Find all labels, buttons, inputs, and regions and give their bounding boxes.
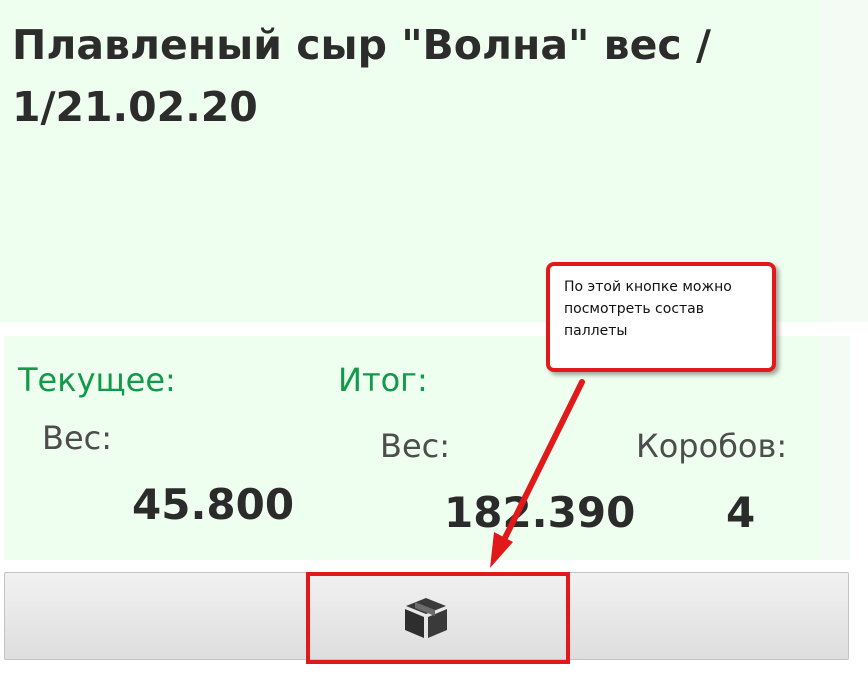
- annotation-callout: По этой кнопке можно посмотреть состав п…: [546, 262, 776, 372]
- product-title: Плавленый сыр "Волна" вес / 1/21.02.20: [12, 21, 711, 131]
- totals-panel-edge: [822, 336, 850, 560]
- total-boxes-value: 4: [726, 488, 756, 537]
- current-weight-value: 45.800: [132, 480, 295, 529]
- total-weight-label: Вес:: [380, 427, 451, 465]
- total-boxes-label: Коробов:: [636, 427, 788, 465]
- product-panel-edge: [822, 0, 868, 322]
- total-weight-value: 182.390: [444, 488, 636, 537]
- annotation-text: По этой кнопке можно посмотреть состав п…: [564, 279, 732, 339]
- box-icon: [405, 598, 447, 638]
- total-section-label: Итог:: [338, 361, 428, 399]
- screen: Плавленый сыр "Волна" вес / 1/21.02.20 Т…: [0, 0, 868, 675]
- current-weight-label: Вес:: [42, 419, 113, 457]
- current-section-label: Текущее:: [18, 361, 176, 399]
